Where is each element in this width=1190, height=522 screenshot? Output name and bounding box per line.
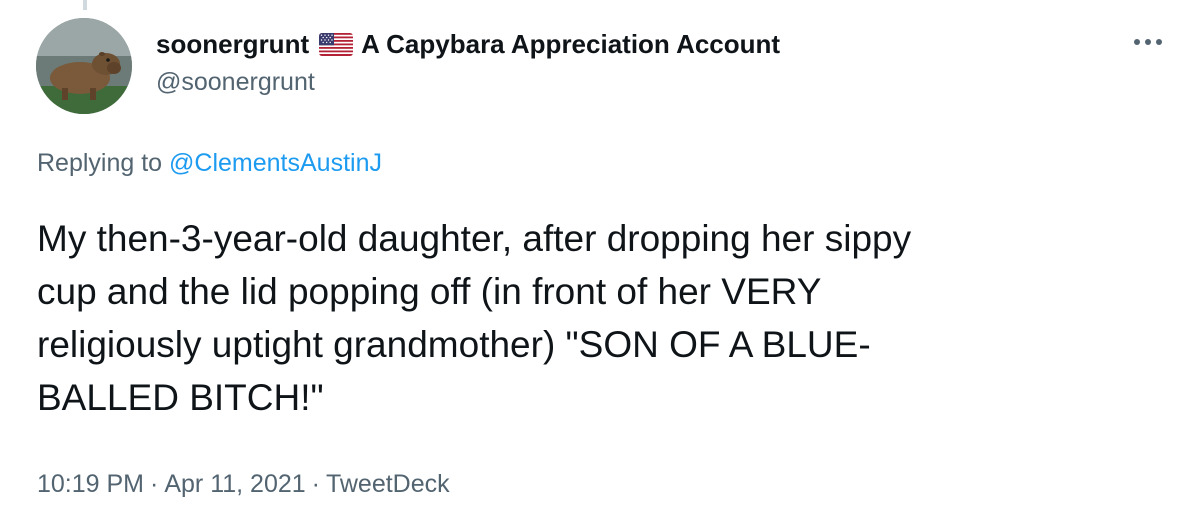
tweet-time[interactable]: 10:19 PM [37,470,144,498]
tweet-text: My then-3-year-old daughter, after dropp… [37,212,1157,424]
replying-to-label: Replying to [37,149,163,177]
tweet-text-line: My then-3-year-old daughter, after dropp… [37,218,912,259]
display-name[interactable]: soonergrunt [156,29,309,60]
user-handle[interactable]: @soonergrunt [156,68,315,97]
replying-to: Replying to @ClementsAustinJ [37,149,382,178]
thread-connector-line [83,0,87,10]
more-dot [1145,39,1151,45]
tweet-text-line: cup and the lid popping off (in front of… [37,271,822,312]
tweet-source[interactable]: TweetDeck [326,470,450,498]
more-options-icon[interactable] [1128,30,1168,54]
author-name-row[interactable]: soonergrunt A Capybara Appreciation Acco… [156,26,780,62]
more-dot [1134,39,1140,45]
display-name-suffix[interactable]: A Capybara Appreciation Account [361,29,780,60]
meta-separator: · [150,470,159,498]
reply-mention-link[interactable]: @ClementsAustinJ [169,149,382,177]
avatar[interactable] [36,18,132,114]
tweet-text-line: BALLED BITCH!" [37,377,324,418]
us-flag-icon [319,32,354,56]
tweet-date[interactable]: Apr 11, 2021 [164,470,305,498]
tweet-text-line: religiously uptight grandmother) "SON OF… [37,324,871,365]
meta-separator: · [311,470,320,498]
more-dot [1156,39,1162,45]
tweet-metadata: 10:19 PM · Apr 11, 2021 · TweetDeck [37,470,450,499]
